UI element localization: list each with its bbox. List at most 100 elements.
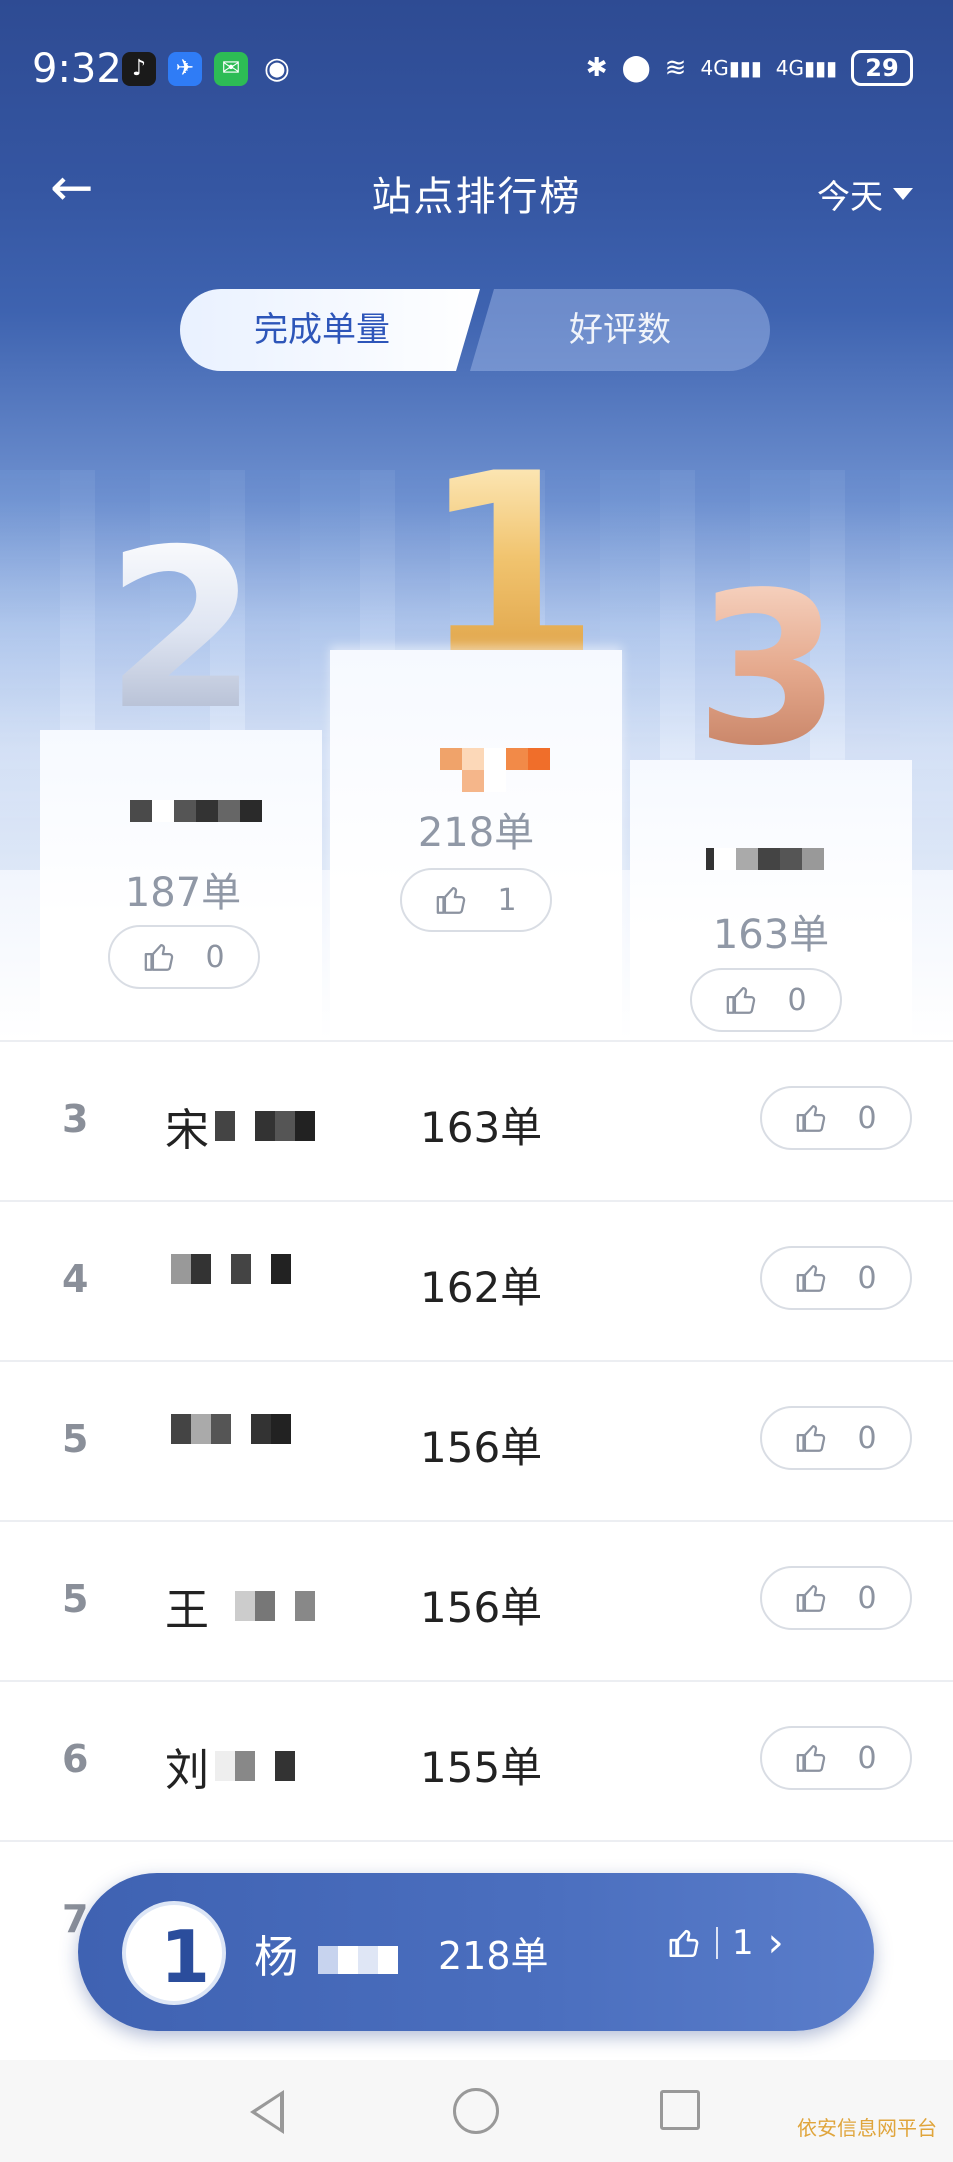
top-bar: ← 站点排行榜 今天 — [0, 150, 953, 230]
thumbs-up-icon — [145, 943, 174, 971]
list-item[interactable]: 5 王 156单 0 — [0, 1520, 953, 1680]
list-like-button[interactable]: 0 — [760, 1406, 912, 1470]
list-rank: 4 — [62, 1257, 89, 1301]
list-count: 163单 — [420, 1103, 543, 1152]
battery-indicator: 29 — [851, 50, 913, 86]
douyin-icon: ♪ — [122, 52, 156, 86]
list-item[interactable]: 3 宋 163单 0 — [0, 1040, 953, 1200]
list-likes: 0 — [857, 1580, 877, 1616]
thumbs-up-icon — [669, 1929, 699, 1958]
list-likes: 0 — [857, 1740, 877, 1776]
podium-rank-2-number: 2 — [105, 502, 259, 758]
list-count: 162单 — [420, 1263, 543, 1312]
podium-first-count: 218单 — [417, 810, 535, 856]
podium-second-count: 187单 — [124, 870, 242, 916]
podium-second-name-masked — [130, 800, 262, 822]
list-name-prefix: 王 — [165, 1585, 209, 1636]
divider — [716, 1927, 718, 1959]
name-mask — [215, 1751, 295, 1781]
thumbs-up-icon — [797, 1424, 826, 1452]
signal-icon-2: 4G▮▮▮ — [775, 56, 837, 80]
podium-third-name-masked — [706, 848, 824, 870]
tab-completed-orders[interactable]: 完成单量 — [180, 289, 480, 371]
hero-background: 9:32 ♪ ✈ ✉ ◉ ✱ ⬤ ≋ 4G▮▮▮ 4G▮▮▮ 29 ← 站点排行… — [0, 0, 953, 1040]
period-selector[interactable]: 今天 — [817, 170, 913, 218]
list-name — [165, 1254, 291, 1284]
my-likes: 1 — [732, 1923, 754, 1963]
name-mask — [171, 1254, 291, 1284]
thumbs-up-icon — [797, 1744, 826, 1772]
list-like-button[interactable]: 0 — [760, 1086, 912, 1150]
my-count: 218单 — [438, 1934, 549, 1978]
my-like-summary[interactable]: 1 › — [668, 1923, 784, 1963]
eye-icon: ◉ — [263, 51, 291, 86]
my-rank-bar[interactable]: 1 杨 218单 1 › — [78, 1873, 874, 2031]
my-rank-number: 1 — [160, 1915, 211, 1999]
list-likes: 0 — [857, 1260, 877, 1296]
list-like-button[interactable]: 0 — [760, 1566, 912, 1630]
list-like-button[interactable]: 0 — [760, 1726, 912, 1790]
watermark: 依安信息网平台 — [797, 2116, 937, 2140]
tab-switcher: 完成单量 好评数 — [180, 289, 770, 371]
list-rank: 3 — [62, 1097, 89, 1141]
list-item[interactable]: 5 156单 0 — [0, 1360, 953, 1520]
feishu-icon: ✈ — [168, 52, 202, 86]
list-item[interactable]: 4 162单 0 — [0, 1200, 953, 1360]
name-mask — [215, 1111, 315, 1141]
podium-first-name-masked — [440, 748, 550, 770]
list-rank: 5 — [62, 1417, 89, 1461]
podium-first-likes: 1 — [497, 882, 517, 918]
wifi-icon: ≋ — [664, 53, 687, 83]
list-name: 刘 — [165, 1734, 295, 1798]
list-like-button[interactable]: 0 — [760, 1246, 912, 1310]
period-label: 今天 — [817, 177, 883, 216]
list-item[interactable]: 6 刘 155单 0 — [0, 1680, 953, 1840]
list-rank: 5 — [62, 1577, 89, 1621]
name-mask — [215, 1591, 315, 1621]
podium-second-likes: 0 — [205, 939, 225, 975]
list-count: 155单 — [420, 1743, 543, 1792]
status-bar: 9:32 ♪ ✈ ✉ ◉ ✱ ⬤ ≋ 4G▮▮▮ 4G▮▮▮ 29 — [0, 40, 953, 100]
list-rank: 6 — [62, 1737, 89, 1781]
list-name — [165, 1414, 291, 1444]
podium-first-like-button[interactable]: 1 — [400, 868, 552, 932]
bluetooth-icon: ✱ — [585, 53, 608, 83]
status-right: ✱ ⬤ ≋ 4G▮▮▮ 4G▮▮▮ 29 — [586, 50, 913, 86]
list-name: 王 — [165, 1574, 315, 1638]
location-icon: ⬤ — [621, 53, 651, 83]
list-likes: 0 — [857, 1420, 877, 1456]
list-likes: 0 — [857, 1100, 877, 1136]
nav-home-icon[interactable] — [453, 2088, 499, 2134]
my-name-prefix: 杨 — [254, 1932, 298, 1983]
signal-icon: 4G▮▮▮ — [700, 56, 762, 80]
list-count: 156单 — [420, 1423, 543, 1472]
system-nav-bar: 依安信息网平台 — [0, 2060, 953, 2162]
wechat-icon: ✉ — [214, 52, 248, 86]
list-count: 156单 — [420, 1583, 543, 1632]
name-mask — [171, 1414, 291, 1444]
podium-first-name-masked-2 — [462, 770, 506, 792]
tab-good-reviews[interactable]: 好评数 — [470, 289, 770, 371]
nav-back-icon[interactable] — [250, 2090, 284, 2134]
my-name: 杨 — [254, 1921, 398, 1985]
list-name-prefix: 宋 — [165, 1105, 209, 1156]
thumbs-up-icon — [437, 886, 466, 914]
nav-recents-icon[interactable] — [660, 2090, 700, 2130]
list-name-prefix: 刘 — [165, 1745, 209, 1796]
thumbs-up-icon — [797, 1584, 826, 1612]
thumbs-up-icon — [727, 986, 756, 1014]
podium-second-like-button[interactable]: 0 — [108, 925, 260, 989]
thumbs-up-icon — [797, 1104, 826, 1132]
podium-rank-3-number: 3 — [695, 547, 842, 792]
podium-third-like-button[interactable]: 0 — [690, 968, 842, 1032]
avatar: 1 — [122, 1901, 226, 2005]
ranking-list: 3 宋 163单 0 4 162单 0 5 156单 0 5 王 156单 0 … — [0, 1040, 953, 2000]
thumbs-up-icon — [797, 1264, 826, 1292]
podium-third-count: 163单 — [712, 912, 830, 958]
page-title: 站点排行榜 — [371, 174, 582, 220]
status-time: 9:32 — [32, 46, 122, 92]
name-mask — [318, 1946, 398, 1974]
caret-down-icon — [893, 188, 913, 200]
chevron-right-icon: › — [767, 1920, 784, 1966]
podium-third-likes: 0 — [787, 982, 807, 1018]
